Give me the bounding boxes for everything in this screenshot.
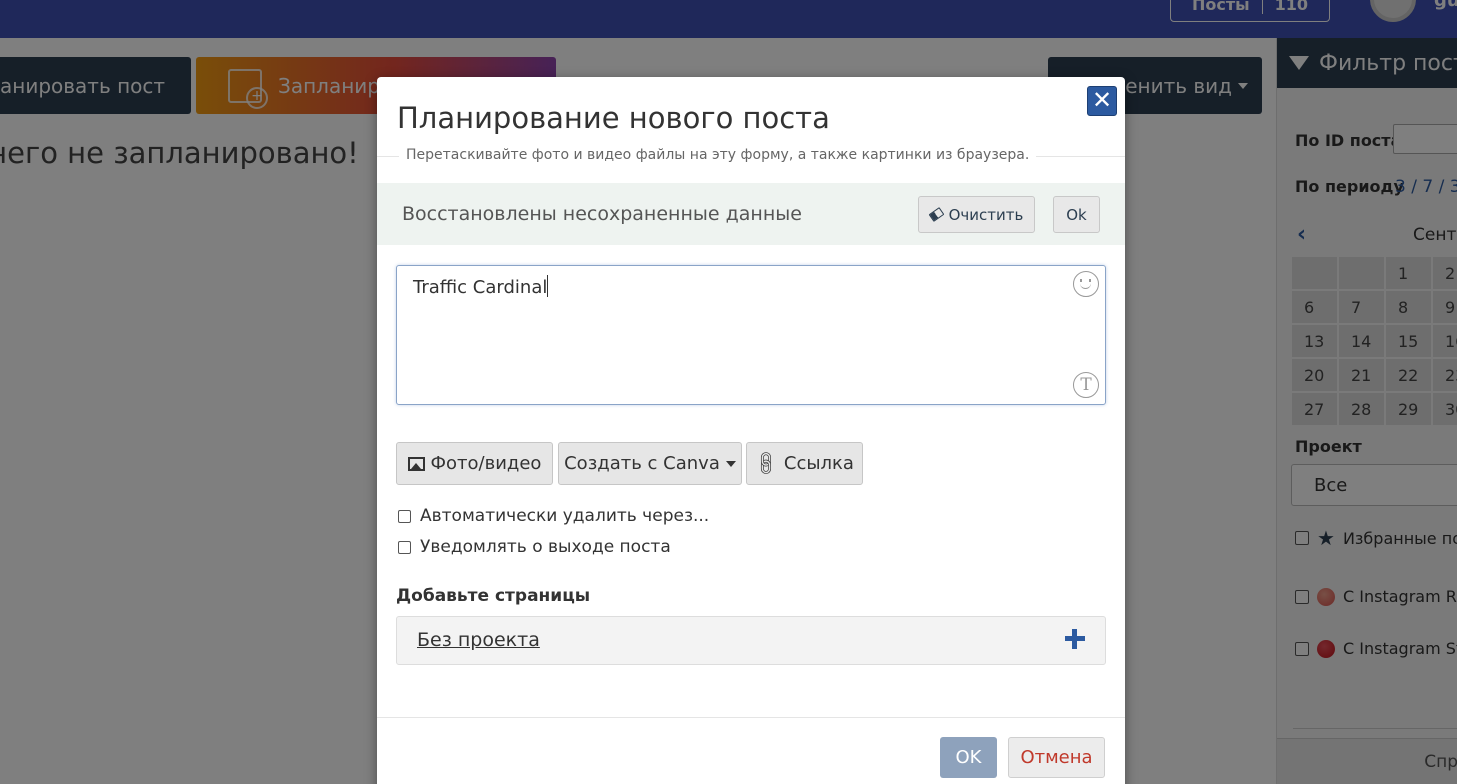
cancel-button[interactable]: Отмена — [1008, 737, 1105, 778]
project-group: Без проекта — [396, 616, 1106, 665]
plus-icon[interactable] — [1065, 629, 1085, 649]
footer-divider — [377, 717, 1125, 718]
auto-delete-label: Автоматически удалить через... — [420, 506, 710, 526]
notify-checkbox[interactable] — [398, 540, 411, 554]
clear-button[interactable]: Очистить — [918, 196, 1035, 233]
text-cursor — [547, 275, 549, 297]
restore-ok-button[interactable]: Ok — [1053, 196, 1100, 233]
notify-label: Уведомлять о выходе поста — [420, 537, 671, 557]
canva-label: Создать с Canva — [564, 453, 720, 474]
restore-message: Восстановлены несохраненные данные — [402, 203, 802, 225]
project-name-link[interactable]: Без проекта — [417, 629, 540, 651]
canva-button[interactable]: Создать с Canva — [558, 442, 742, 485]
add-media-button[interactable]: Фото/видео — [396, 442, 553, 485]
pages-section-label: Добавьте страницы — [396, 586, 591, 606]
drag-drop-hint: Перетаскивайте фото и видео файлы на эту… — [399, 147, 1037, 163]
close-icon: ✕ — [1091, 86, 1113, 114]
image-icon — [407, 456, 425, 471]
post-text-value: Traffic Cardinal — [413, 275, 549, 298]
notify-option[interactable]: Уведомлять о выходе поста — [398, 537, 671, 557]
emoji-icon[interactable] — [1073, 271, 1099, 297]
ok-button[interactable]: OK — [940, 737, 997, 778]
eraser-icon — [928, 207, 945, 222]
add-media-label: Фото/видео — [430, 453, 542, 474]
add-link-label: Ссылка — [783, 453, 854, 474]
link-icon: 🔗︎ — [750, 447, 782, 480]
close-button[interactable]: ✕ — [1087, 86, 1117, 116]
add-link-button[interactable]: 🔗︎ Ссылка — [746, 442, 863, 485]
modal-title: Планирование нового поста — [397, 101, 830, 135]
auto-delete-option[interactable]: Автоматически удалить через... — [398, 506, 709, 526]
text-format-icon[interactable]: T — [1073, 372, 1099, 398]
clear-label: Очистить — [948, 205, 1024, 224]
new-post-modal: Планирование нового поста ✕ Перетаскивай… — [377, 77, 1125, 784]
auto-delete-checkbox[interactable] — [398, 509, 411, 523]
post-text-input[interactable]: Traffic Cardinal T — [396, 265, 1106, 405]
restore-notice: Восстановлены несохраненные данные Очист… — [377, 183, 1125, 245]
caret-down-icon — [725, 460, 736, 467]
